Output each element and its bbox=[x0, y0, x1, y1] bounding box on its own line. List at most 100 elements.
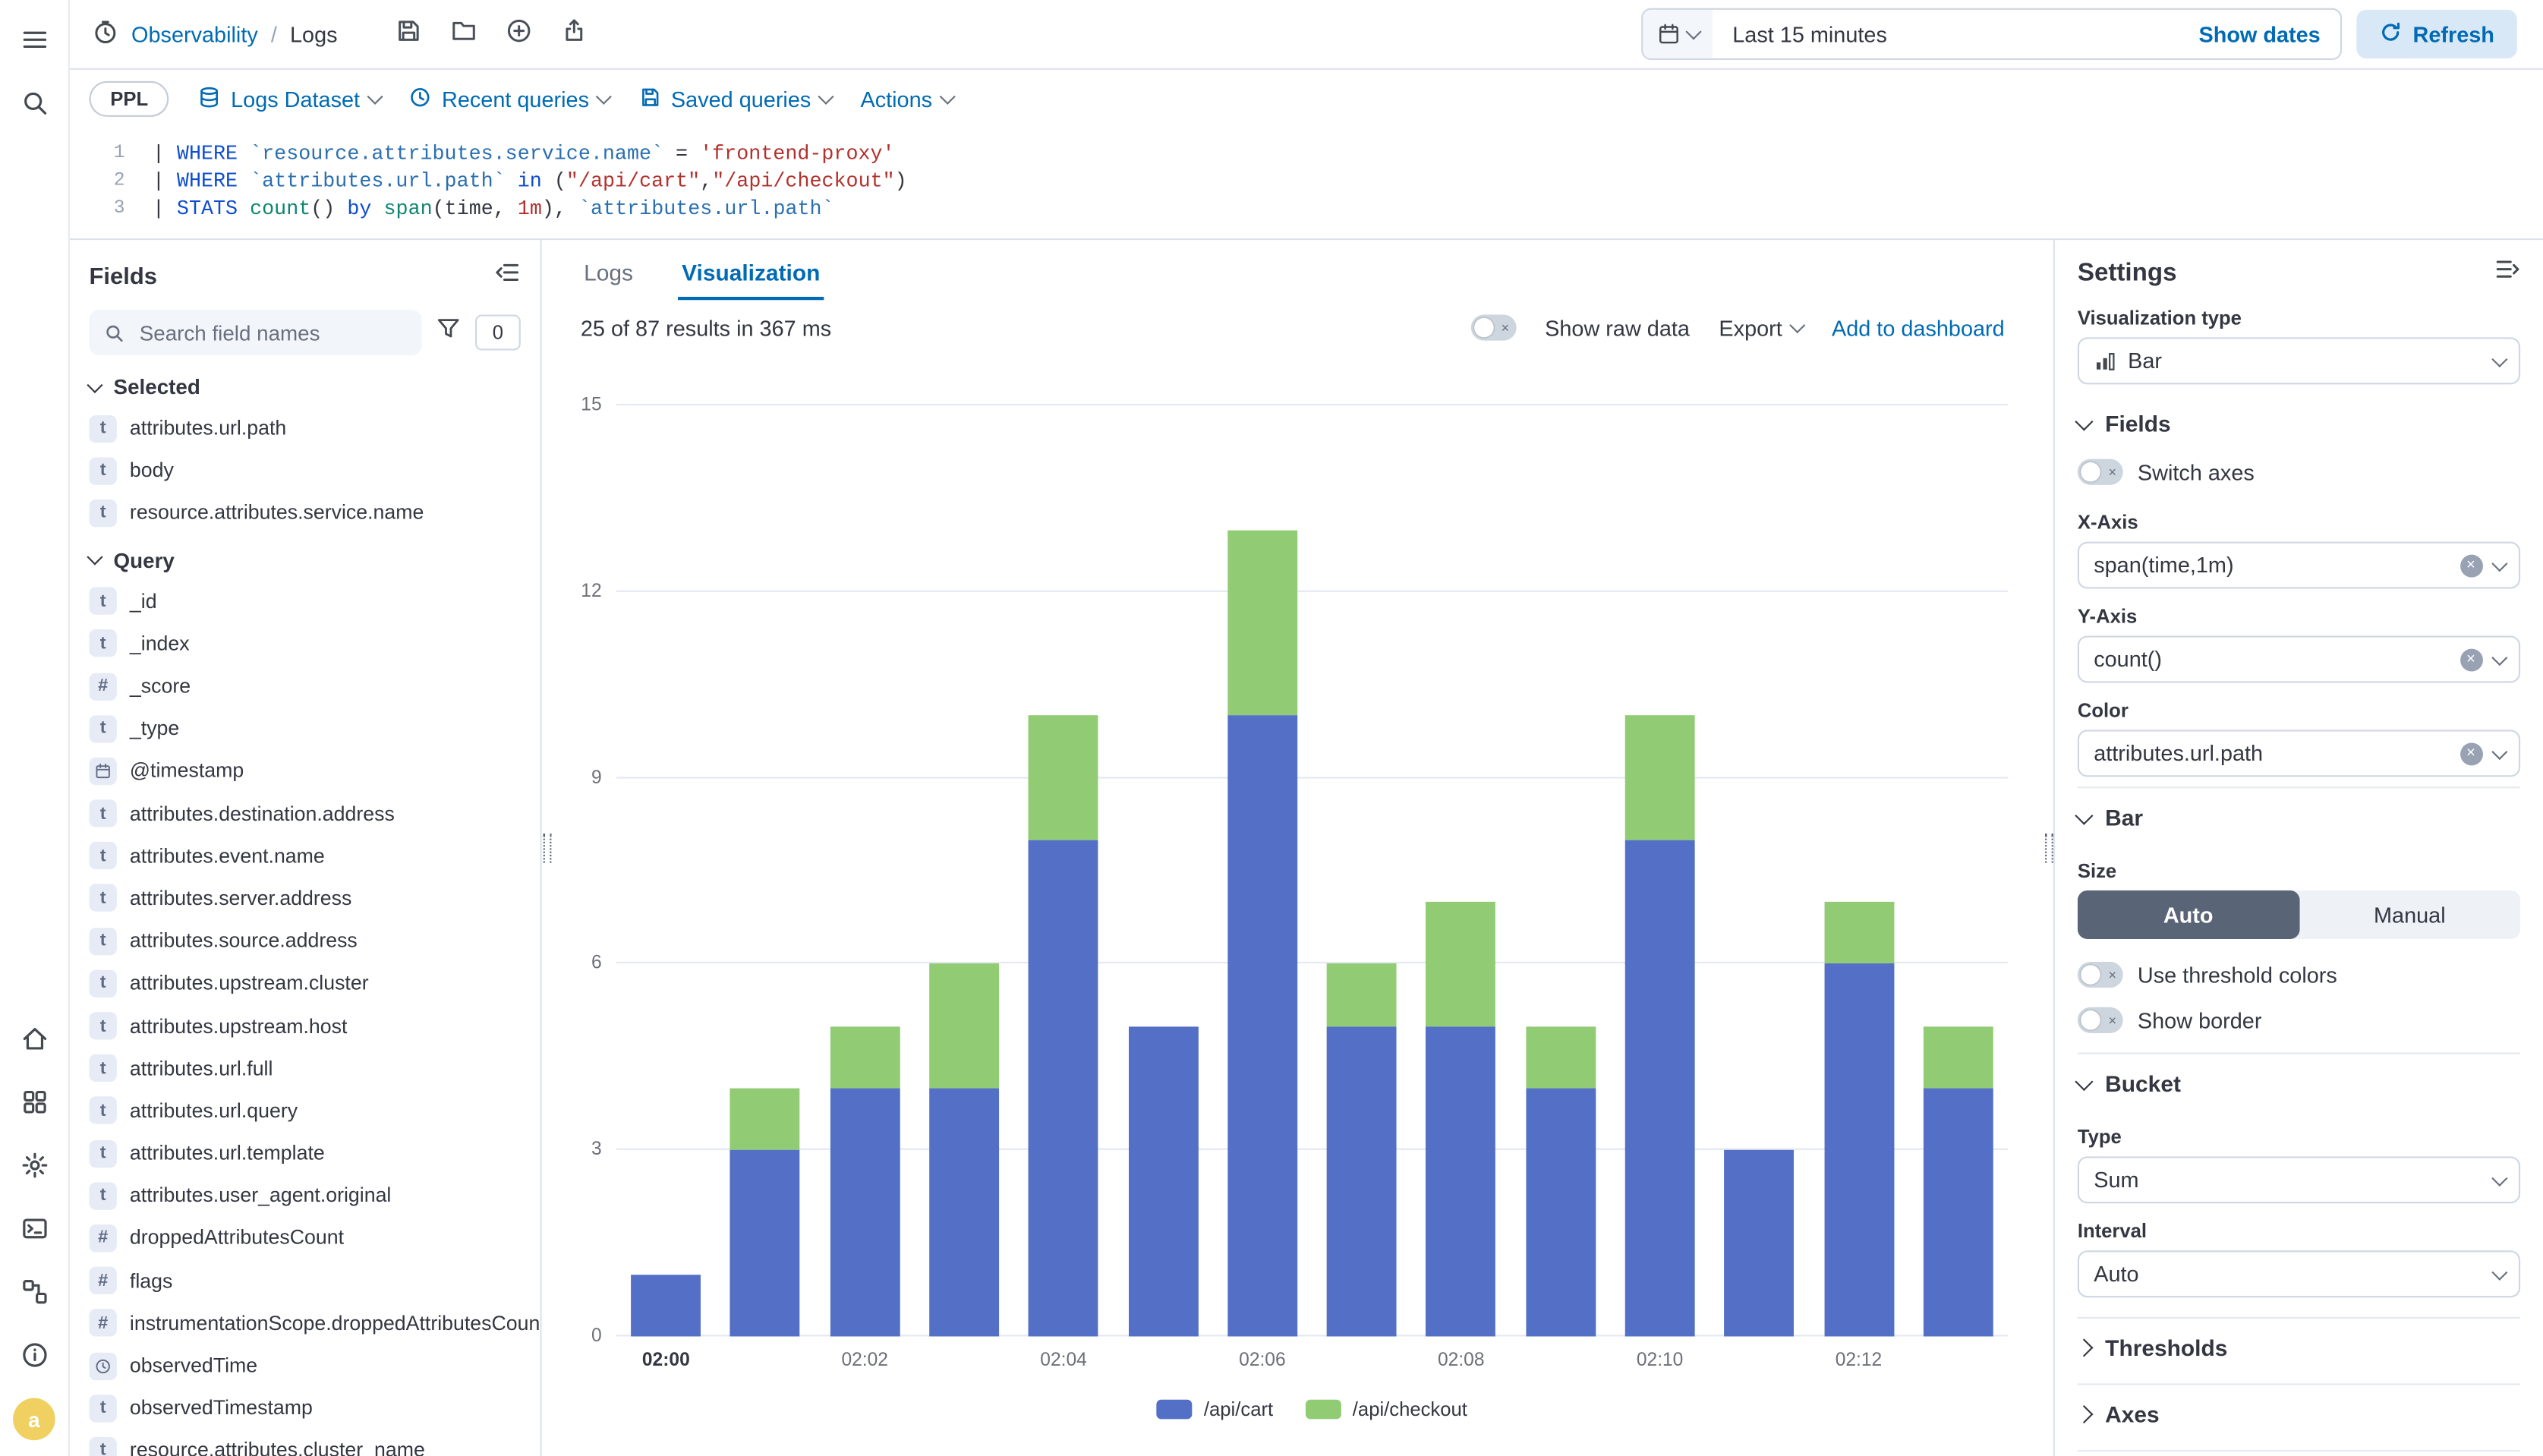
bar-02:11[interactable] bbox=[1725, 1150, 1795, 1336]
size-auto-button[interactable]: Auto bbox=[2078, 890, 2299, 939]
user-avatar[interactable]: a bbox=[13, 1398, 55, 1441]
field-item[interactable]: t_id bbox=[70, 580, 540, 622]
query-language-badge[interactable]: PPL bbox=[90, 81, 169, 117]
field-item[interactable]: tattributes.url.template bbox=[70, 1132, 540, 1174]
use-threshold-colors-toggle[interactable]: × bbox=[2078, 962, 2123, 988]
field-item[interactable]: tattributes.url.full bbox=[70, 1047, 540, 1089]
fields-accordion[interactable]: Fields bbox=[2078, 394, 2520, 449]
share-icon[interactable] bbox=[561, 17, 587, 51]
tab-logs[interactable]: Logs bbox=[581, 260, 636, 300]
info-icon[interactable] bbox=[14, 1335, 53, 1373]
integrations-icon[interactable] bbox=[14, 1272, 53, 1310]
field-item[interactable]: tattributes.source.address bbox=[70, 920, 540, 963]
legend-item[interactable]: /api/cart bbox=[1157, 1398, 1273, 1421]
apps-icon[interactable] bbox=[14, 1082, 53, 1120]
settings-gear-icon[interactable] bbox=[14, 1145, 53, 1183]
field-item[interactable]: #droppedAttributesCount bbox=[70, 1217, 540, 1259]
bar-02:10[interactable] bbox=[1625, 716, 1695, 1337]
show-raw-data-toggle[interactable]: × bbox=[1470, 314, 1516, 340]
field-item[interactable]: tattributes.event.name bbox=[70, 835, 540, 878]
collapse-fields-panel-icon[interactable] bbox=[495, 260, 521, 294]
color-select[interactable]: attributes.url.path × bbox=[2078, 730, 2520, 777]
bucket-interval-select[interactable]: Auto bbox=[2078, 1250, 2520, 1297]
bar-02:05[interactable] bbox=[1128, 1026, 1198, 1337]
field-item[interactable]: tattributes.upstream.host bbox=[70, 1004, 540, 1047]
filter-funnel-icon[interactable] bbox=[436, 317, 461, 349]
bar-02:04[interactable] bbox=[1029, 716, 1098, 1337]
field-item[interactable]: t_index bbox=[70, 622, 540, 665]
clear-icon[interactable]: × bbox=[2459, 554, 2482, 577]
code-line[interactable]: | WHERE `resource.attributes.service.nam… bbox=[153, 142, 895, 165]
save-icon[interactable] bbox=[395, 17, 421, 51]
field-item[interactable]: tresource.attributes.service.name bbox=[70, 492, 540, 534]
saved-queries-button[interactable]: Saved queries bbox=[638, 85, 831, 112]
field-item[interactable]: tattributes.upstream.cluster bbox=[70, 962, 540, 1004]
legend-item[interactable]: /api/checkout bbox=[1306, 1398, 1467, 1421]
actions-button[interactable]: Actions bbox=[860, 87, 952, 111]
bar-02:06[interactable] bbox=[1227, 530, 1297, 1337]
show-border-toggle[interactable]: × bbox=[2078, 1007, 2123, 1033]
switch-axes-toggle[interactable]: × bbox=[2078, 459, 2123, 485]
thresholds-accordion[interactable]: Thresholds bbox=[2078, 1317, 2520, 1374]
field-section-header[interactable]: Selected bbox=[70, 361, 540, 407]
refresh-button[interactable]: Refresh bbox=[2356, 10, 2517, 58]
new-item-icon[interactable] bbox=[506, 17, 532, 51]
home-icon[interactable] bbox=[14, 1019, 53, 1057]
show-dates-button[interactable]: Show dates bbox=[2179, 22, 2340, 46]
field-item[interactable]: t_type bbox=[70, 708, 540, 750]
search-icon[interactable] bbox=[14, 83, 53, 121]
bar-02:13[interactable] bbox=[1923, 1026, 1993, 1337]
code-line[interactable]: | STATS count() by span(time, 1m), `attr… bbox=[153, 197, 834, 220]
field-item[interactable]: tobservedTimestamp bbox=[70, 1387, 540, 1429]
code-line[interactable]: | WHERE `attributes.url.path` in ("/api/… bbox=[153, 169, 907, 192]
dataset-selector[interactable]: Logs Dataset bbox=[198, 85, 380, 112]
field-item[interactable]: #instrumentationScope.droppedAttributesC… bbox=[70, 1302, 540, 1344]
bar-02:12[interactable] bbox=[1824, 902, 1894, 1336]
breadcrumb-app-link[interactable]: Observability bbox=[131, 22, 258, 46]
field-item[interactable]: tresource.attributes.cluster_name bbox=[70, 1429, 540, 1456]
dev-tools-icon[interactable] bbox=[14, 1209, 53, 1247]
field-item[interactable]: tattributes.url.path bbox=[70, 407, 540, 449]
export-button[interactable]: Export bbox=[1719, 316, 1802, 340]
viz-type-select[interactable]: Bar bbox=[2078, 337, 2520, 384]
field-item[interactable]: tattributes.user_agent.original bbox=[70, 1174, 540, 1217]
bar-accordion[interactable]: Bar bbox=[2078, 786, 2520, 843]
field-search-input[interactable] bbox=[136, 319, 407, 346]
field-item[interactable]: #_score bbox=[70, 665, 540, 708]
collapse-settings-panel-icon[interactable] bbox=[2494, 257, 2520, 291]
bucket-accordion[interactable]: Bucket bbox=[2078, 1053, 2520, 1110]
field-item[interactable]: tbody bbox=[70, 449, 540, 492]
calendar-icon[interactable] bbox=[1643, 10, 1713, 58]
field-item[interactable]: tattributes.destination.address bbox=[70, 793, 540, 835]
size-manual-button[interactable]: Manual bbox=[2299, 890, 2520, 939]
field-item[interactable]: #flags bbox=[70, 1259, 540, 1302]
bar-02:00[interactable] bbox=[631, 1275, 701, 1337]
query-editor[interactable]: 1| WHERE `resource.attributes.service.na… bbox=[70, 125, 2543, 241]
add-to-dashboard-link[interactable]: Add to dashboard bbox=[1832, 316, 2005, 340]
bar-02:09[interactable] bbox=[1526, 1026, 1596, 1337]
time-range-value[interactable]: Last 15 minutes bbox=[1713, 22, 1907, 46]
legend-accordion[interactable]: Legend bbox=[2078, 1450, 2520, 1456]
y-axis-select[interactable]: count() × bbox=[2078, 636, 2520, 683]
bucket-type-select[interactable]: Sum bbox=[2078, 1156, 2520, 1203]
clear-icon[interactable]: × bbox=[2459, 648, 2482, 671]
settings-resize-handle[interactable] bbox=[2044, 240, 2053, 1456]
open-folder-icon[interactable] bbox=[451, 17, 477, 51]
bar-02:03[interactable] bbox=[929, 964, 999, 1337]
field-item[interactable]: tattributes.url.query bbox=[70, 1089, 540, 1132]
clear-icon[interactable]: × bbox=[2459, 742, 2482, 764]
recent-queries-button[interactable]: Recent queries bbox=[409, 85, 609, 112]
bar-02:08[interactable] bbox=[1426, 902, 1496, 1336]
bar-02:01[interactable] bbox=[730, 1088, 800, 1336]
x-axis-select[interactable]: span(time,1m) × bbox=[2078, 542, 2520, 589]
tab-visualization[interactable]: Visualization bbox=[679, 260, 824, 300]
filter-count-badge[interactable]: 0 bbox=[475, 314, 521, 350]
bar-02:07[interactable] bbox=[1327, 964, 1397, 1337]
fields-resize-handle[interactable] bbox=[542, 240, 552, 1456]
field-item[interactable]: tattributes.server.address bbox=[70, 878, 540, 920]
field-item[interactable]: @timestamp bbox=[70, 750, 540, 793]
field-section-header[interactable]: Query bbox=[70, 534, 540, 580]
menu-icon[interactable] bbox=[14, 20, 53, 58]
field-item[interactable]: observedTime bbox=[70, 1344, 540, 1387]
bar-02:02[interactable] bbox=[830, 1026, 900, 1337]
